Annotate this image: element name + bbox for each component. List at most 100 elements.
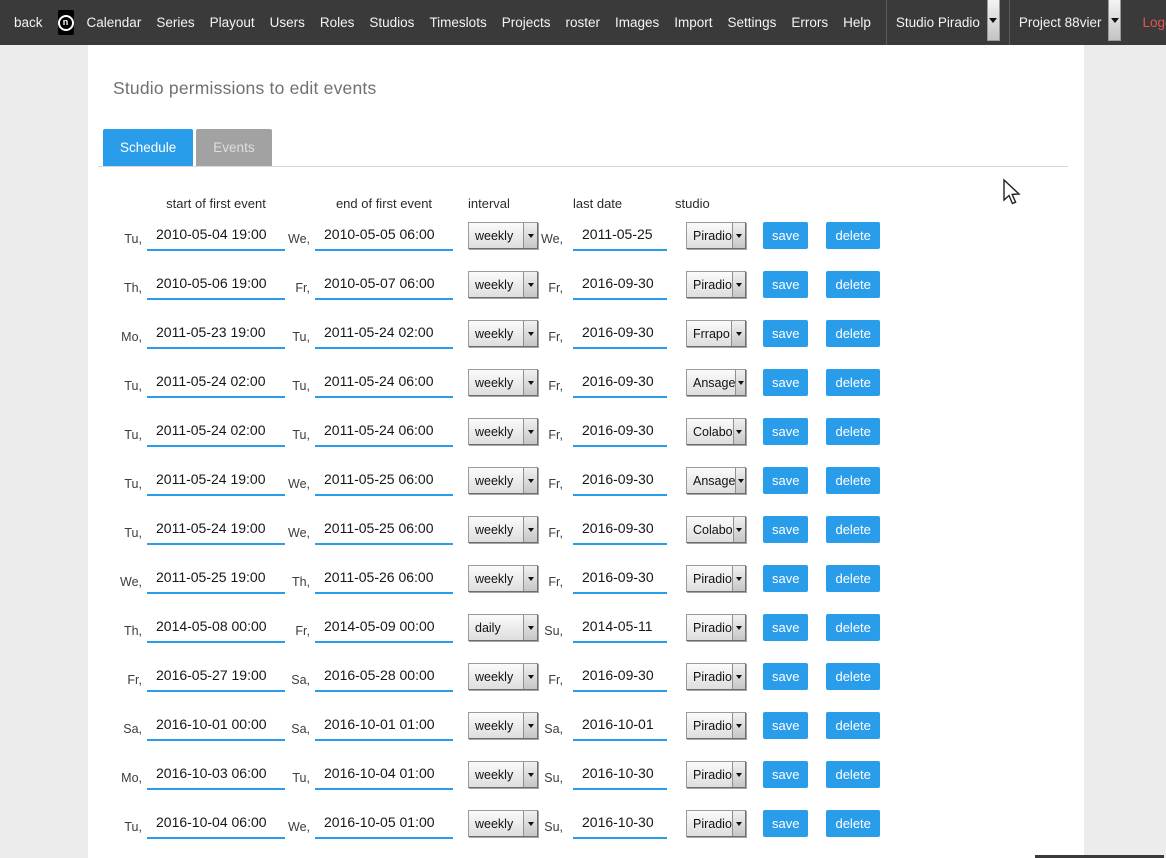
interval-select-arrow-icon[interactable] — [523, 468, 537, 493]
end-input[interactable] — [315, 760, 453, 790]
project-dropdown[interactable]: Project 88vier — [1009, 0, 1131, 45]
delete-button[interactable]: delete — [826, 761, 879, 788]
end-input[interactable] — [315, 270, 453, 300]
delete-button[interactable]: delete — [826, 663, 879, 690]
studio-select[interactable]: Frrapo — [686, 320, 746, 347]
interval-select-arrow-icon[interactable] — [523, 615, 537, 640]
studio-select[interactable]: Colabo — [686, 418, 746, 445]
tab-events[interactable]: Events — [196, 129, 271, 166]
interval-select[interactable]: weekly — [468, 565, 538, 592]
start-input[interactable] — [147, 417, 285, 447]
delete-button[interactable]: delete — [826, 320, 879, 347]
studio-select[interactable]: Piradio — [686, 565, 746, 592]
delete-button[interactable]: delete — [826, 467, 879, 494]
end-input[interactable] — [315, 221, 453, 251]
start-input[interactable] — [147, 760, 285, 790]
end-input[interactable] — [315, 466, 453, 496]
interval-select-arrow-icon[interactable] — [523, 321, 537, 346]
studio-select-arrow-icon[interactable] — [732, 664, 745, 689]
interval-select-arrow-icon[interactable] — [523, 811, 537, 836]
studio-select-arrow-icon[interactable] — [732, 762, 745, 787]
interval-select-arrow-icon[interactable] — [523, 762, 537, 787]
last-date-input[interactable] — [573, 319, 667, 349]
studio-select-arrow-icon[interactable] — [733, 517, 745, 542]
interval-select-arrow-icon[interactable] — [523, 517, 537, 542]
studio-select-arrow-icon[interactable] — [732, 566, 745, 591]
end-input[interactable] — [315, 662, 453, 692]
project-dropdown-arrow-icon[interactable] — [1108, 0, 1121, 41]
last-date-input[interactable] — [573, 417, 667, 447]
last-date-input[interactable] — [573, 466, 667, 496]
interval-select[interactable]: weekly — [468, 418, 538, 445]
studio-select-arrow-icon[interactable] — [732, 811, 745, 836]
start-input[interactable] — [147, 515, 285, 545]
save-button[interactable]: save — [763, 712, 808, 739]
start-input[interactable] — [147, 319, 285, 349]
studio-select[interactable]: Piradio — [686, 222, 746, 249]
last-date-input[interactable] — [573, 809, 667, 839]
interval-select-arrow-icon[interactable] — [523, 664, 537, 689]
interval-select[interactable]: weekly — [468, 467, 538, 494]
interval-select[interactable]: weekly — [468, 516, 538, 543]
delete-button[interactable]: delete — [826, 614, 879, 641]
studio-select-arrow-icon[interactable] — [732, 223, 745, 248]
nav-item-calendar[interactable]: Calendar — [87, 15, 142, 30]
nav-item-projects[interactable]: Projects — [502, 15, 551, 30]
end-input[interactable] — [315, 564, 453, 594]
save-button[interactable]: save — [763, 418, 808, 445]
interval-select[interactable]: weekly — [468, 761, 538, 788]
studio-select-arrow-icon[interactable] — [735, 468, 745, 493]
interval-select-arrow-icon[interactable] — [523, 223, 537, 248]
last-date-input[interactable] — [573, 221, 667, 251]
nav-item-images[interactable]: Images — [615, 15, 659, 30]
save-button[interactable]: save — [763, 516, 808, 543]
interval-select-arrow-icon[interactable] — [523, 566, 537, 591]
interval-select-arrow-icon[interactable] — [523, 272, 537, 297]
studio-dropdown[interactable]: Studio Piradio — [886, 0, 1009, 45]
save-button[interactable]: save — [763, 810, 808, 837]
studio-dropdown-arrow-icon[interactable] — [987, 0, 1000, 41]
nav-item-import[interactable]: Import — [674, 15, 712, 30]
end-input[interactable] — [315, 368, 453, 398]
save-button[interactable]: save — [763, 222, 808, 249]
start-input[interactable] — [147, 809, 285, 839]
nav-item-timeslots[interactable]: Timeslots — [429, 15, 486, 30]
delete-button[interactable]: delete — [826, 369, 879, 396]
start-input[interactable] — [147, 270, 285, 300]
save-button[interactable]: save — [763, 614, 808, 641]
end-input[interactable] — [315, 417, 453, 447]
interval-select[interactable]: weekly — [468, 810, 538, 837]
nav-item-back[interactable]: back — [14, 15, 43, 30]
start-input[interactable] — [147, 221, 285, 251]
end-input[interactable] — [315, 613, 453, 643]
studio-select[interactable]: Piradio — [686, 271, 746, 298]
delete-button[interactable]: delete — [826, 516, 879, 543]
tab-schedule[interactable]: Schedule — [103, 129, 193, 166]
nav-item-playout[interactable]: Playout — [210, 15, 255, 30]
start-input[interactable] — [147, 564, 285, 594]
nav-item-studios[interactable]: Studios — [369, 15, 414, 30]
last-date-input[interactable] — [573, 662, 667, 692]
end-input[interactable] — [315, 515, 453, 545]
logout-link[interactable]: Logout — [1142, 15, 1166, 30]
last-date-input[interactable] — [573, 613, 667, 643]
interval-select-arrow-icon[interactable] — [523, 419, 537, 444]
interval-select[interactable]: weekly — [468, 222, 538, 249]
last-date-input[interactable] — [573, 564, 667, 594]
studio-select[interactable]: Piradio — [686, 712, 746, 739]
delete-button[interactable]: delete — [826, 418, 879, 445]
interval-select[interactable]: weekly — [468, 663, 538, 690]
last-date-input[interactable] — [573, 515, 667, 545]
studio-select-arrow-icon[interactable] — [733, 419, 745, 444]
studio-select-arrow-icon[interactable] — [731, 321, 745, 346]
last-date-input[interactable] — [573, 270, 667, 300]
last-date-input[interactable] — [573, 368, 667, 398]
interval-select-arrow-icon[interactable] — [523, 370, 537, 395]
interval-select[interactable]: daily — [468, 614, 538, 641]
end-input[interactable] — [315, 711, 453, 741]
nav-item-users[interactable]: Users — [270, 15, 305, 30]
delete-button[interactable]: delete — [826, 810, 879, 837]
interval-select[interactable]: weekly — [468, 712, 538, 739]
studio-select[interactable]: Piradio — [686, 663, 746, 690]
studio-select-arrow-icon[interactable] — [732, 713, 745, 738]
